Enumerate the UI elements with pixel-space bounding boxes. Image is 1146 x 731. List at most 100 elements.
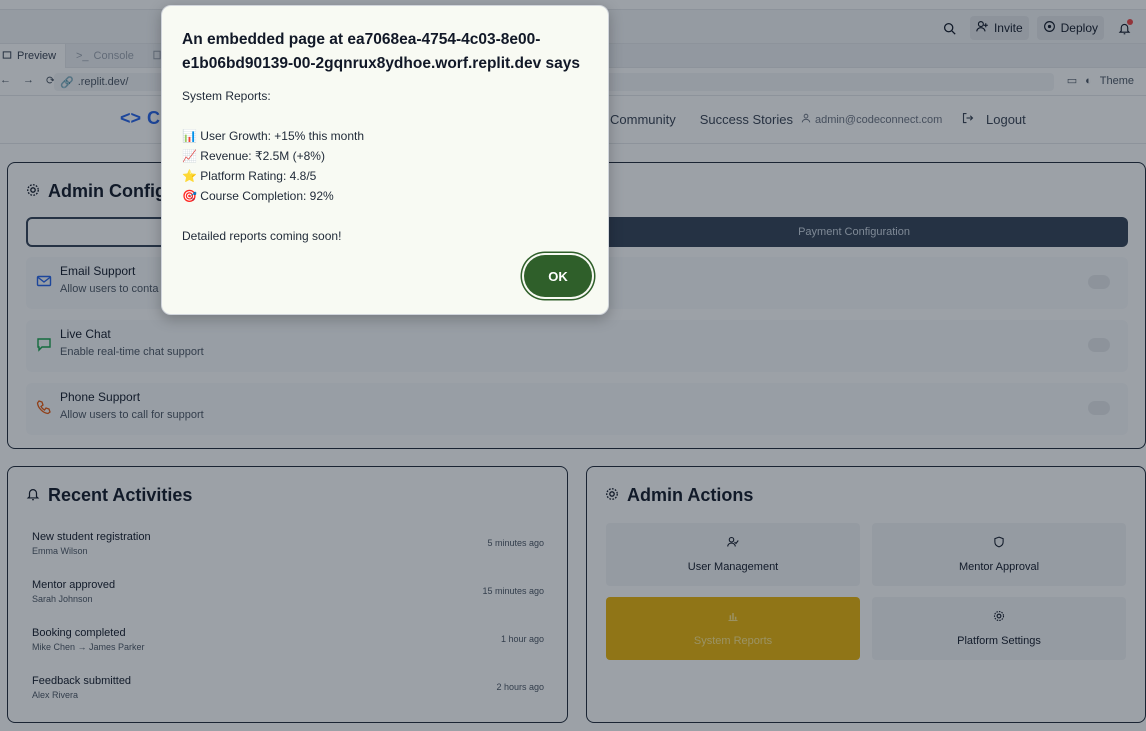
admin-actions-card: Admin Actions User Management Mentor App… [586, 466, 1146, 723]
gear-icon [605, 485, 619, 506]
phone-support-toggle[interactable] [1088, 401, 1110, 415]
logout-icon [962, 112, 974, 127]
option-description: Allow users to conta [60, 283, 159, 295]
invite-label: Invite [993, 21, 1023, 35]
activity-time: 5 minutes ago [487, 538, 544, 548]
link-icon: 🔗 [60, 76, 74, 89]
tile-label: System Reports [693, 635, 773, 647]
activity-item: Mentor approved Sarah Johnson 15 minutes… [32, 579, 544, 619]
user-management-button[interactable]: User Management [606, 523, 860, 586]
tab-console-label: Console [93, 50, 134, 62]
dialog-line: Detailed reports coming soon! [182, 229, 342, 243]
activity-time: 2 hours ago [496, 682, 544, 692]
option-live-chat: Live Chat Enable real-time chat support [26, 320, 1128, 372]
bar-chart-icon [727, 610, 739, 625]
chat-icon [36, 336, 52, 352]
user-email-text: admin@codeconnect.com [814, 113, 943, 126]
activity-subtitle: Mike Chen → James Parker [32, 642, 145, 652]
system-reports-button[interactable]: System Reports [606, 597, 860, 660]
forward-arrow-icon[interactable]: → [23, 74, 34, 87]
dialog-line: 🎯 Course Completion: 92% [182, 189, 334, 203]
option-title: Email Support [60, 264, 136, 278]
tab-preview[interactable]: Preview [0, 44, 66, 68]
admin-actions-heading: Admin Actions [605, 485, 753, 506]
deploy-label: Deploy [1060, 21, 1098, 35]
bell-icon [26, 485, 40, 506]
activity-item: Booking completed Mike Chen → James Park… [32, 627, 544, 667]
dialog-line: 📊 User Growth: +15% this month [182, 129, 365, 143]
back-arrow-icon[interactable]: ← [0, 74, 11, 87]
deploy-button[interactable]: Deploy [1036, 16, 1104, 40]
shield-icon [993, 536, 1005, 551]
palette-icon[interactable]: ◐ [1085, 75, 1092, 87]
devices-icon[interactable]: ▭ [1067, 74, 1077, 87]
gear-icon [993, 610, 1005, 625]
phone-icon [36, 399, 52, 415]
dialog-line: 📈 Revenue: ₹2.5M (+8%) [182, 149, 325, 163]
tab-support-settings[interactable] [26, 217, 181, 247]
tab-console[interactable]: >_ Console [68, 44, 148, 68]
nav-community[interactable]: Community [610, 112, 676, 127]
url-navigation: ← → ⟳ [0, 74, 55, 87]
option-description: Allow users to call for support [60, 409, 204, 421]
dialog-message: System Reports: 📊 User Growth: +15% this… [182, 86, 364, 246]
tab-preview-label: Preview [17, 50, 57, 62]
live-chat-toggle[interactable] [1088, 338, 1110, 352]
theme-label[interactable]: Theme [1100, 75, 1134, 87]
activity-time: 1 hour ago [500, 634, 544, 644]
activity-time: 15 minutes ago [482, 586, 544, 596]
logout-button[interactable]: Logout [962, 112, 1026, 127]
console-icon: >_ [76, 50, 89, 62]
activity-title: Booking completed [32, 627, 126, 639]
workspace-actions: Invite Deploy [938, 16, 1136, 40]
activity-item: Feedback submitted Alex Rivera 2 hours a… [32, 675, 544, 715]
bell-icon[interactable] [1112, 16, 1136, 40]
invite-button[interactable]: Invite [969, 16, 1029, 40]
option-title: Phone Support [60, 390, 141, 404]
option-title: Live Chat [60, 327, 111, 341]
nav-user-email: admin@codeconnect.com [801, 113, 942, 126]
dialog-title: An embedded page at ea7068ea-4754-4c03-8… [182, 31, 580, 72]
option-description: Enable real-time chat support [60, 346, 204, 358]
tile-label: Platform Settings [957, 635, 1041, 647]
activity-title: Feedback submitted [32, 675, 132, 687]
url-text: .replit.dev/ [77, 76, 129, 88]
recent-activities-card: Recent Activities New student registrati… [7, 466, 568, 723]
platform-settings-button[interactable]: Platform Settings [872, 597, 1126, 660]
activity-title: Mentor approved [32, 579, 116, 591]
recent-activities-title: Recent Activities [48, 485, 193, 505]
tile-label: User Management [687, 561, 779, 573]
user-plus-icon [976, 20, 989, 36]
logout-label: Logout [986, 112, 1026, 127]
activity-item: New student registration Emma Wilson 5 m… [32, 531, 544, 571]
admin-actions-title: Admin Actions [627, 485, 754, 505]
logo-text: C [147, 108, 161, 128]
nav-success-stories[interactable]: Success Stories [700, 112, 793, 127]
tab-payment-label: Payment Configuration [798, 226, 910, 238]
search-icon[interactable] [938, 16, 962, 40]
activity-subtitle: Sarah Johnson [32, 594, 93, 604]
activity-title: New student registration [32, 531, 151, 543]
user-icon [801, 113, 811, 126]
ok-button[interactable]: OK [524, 255, 592, 297]
deploy-icon [1043, 20, 1056, 36]
activity-subtitle: Alex Rivera [32, 690, 79, 700]
app-logo[interactable]: <> C [120, 108, 160, 129]
code-icon: <> [120, 108, 142, 128]
dialog-line: System Reports: [182, 89, 271, 103]
gear-icon [26, 181, 40, 202]
email-support-toggle[interactable] [1088, 275, 1110, 289]
recent-activities-heading: Recent Activities [26, 485, 192, 506]
user-check-icon [727, 536, 739, 551]
nav-links: Community Success Stories admin@codeconn… [610, 112, 942, 127]
tile-label: Mentor Approval [958, 561, 1040, 573]
preview-icon [2, 50, 12, 63]
admin-config-heading: Admin Configu [26, 181, 177, 202]
dialog-line [182, 106, 364, 126]
mentor-approval-button[interactable]: Mentor Approval [872, 523, 1126, 586]
alert-dialog: An embedded page at ea7068ea-4754-4c03-8… [161, 5, 609, 315]
option-phone-support: Phone Support Allow users to call for su… [26, 383, 1128, 435]
dialog-line [182, 206, 364, 226]
admin-config-title: Admin Configu [48, 181, 177, 201]
url-actions: ▭ ◐ Theme [1067, 74, 1134, 88]
